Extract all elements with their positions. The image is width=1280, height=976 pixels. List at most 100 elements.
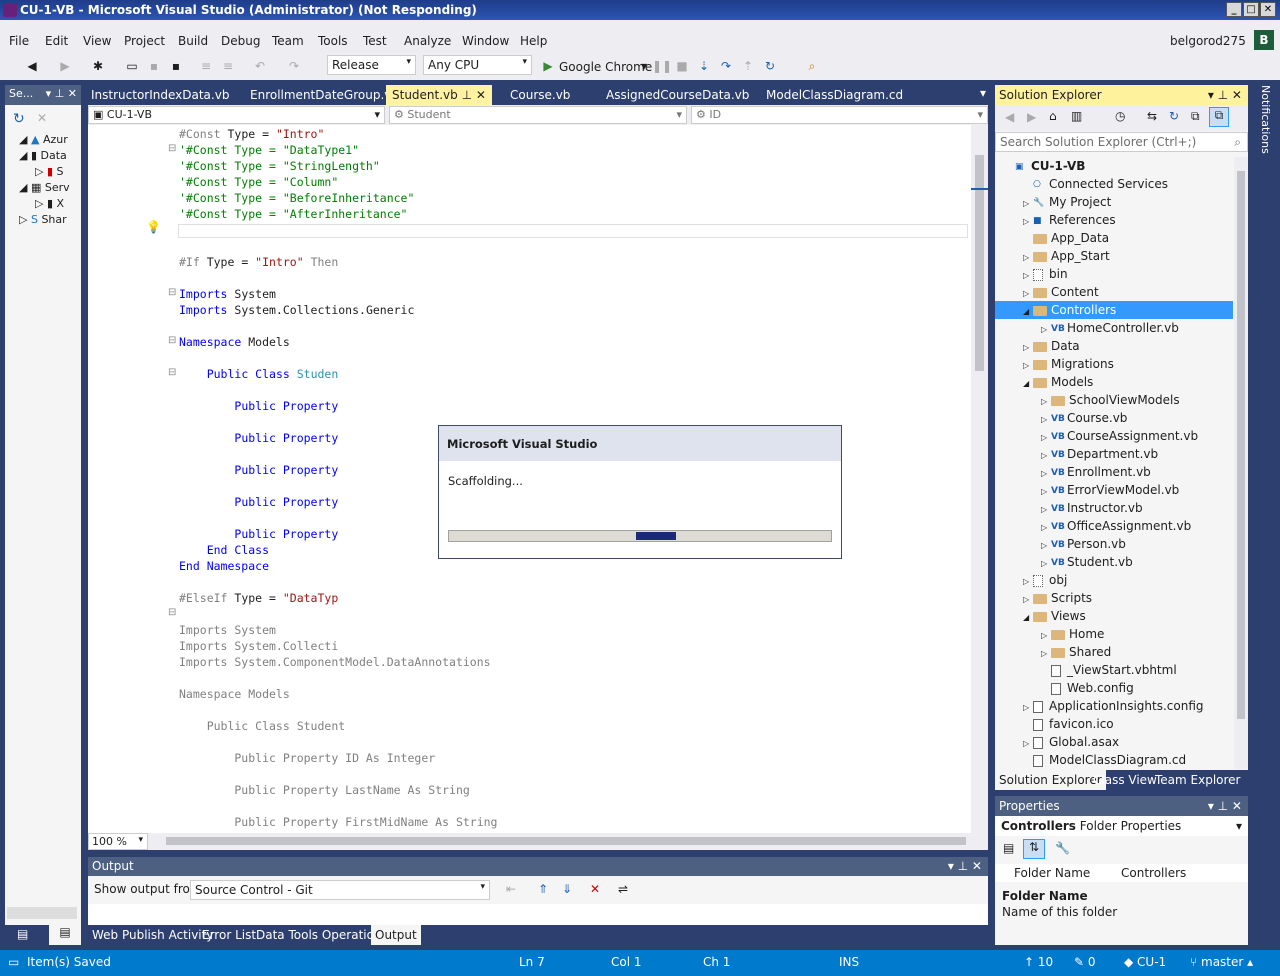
code-line[interactable]: Namespace Models: [179, 335, 290, 349]
properties-object-select[interactable]: Controllers Folder Properties ▾: [995, 816, 1248, 836]
alphabetical-icon[interactable]: ⇅: [1023, 839, 1045, 859]
tree-item-servers-x[interactable]: ▷ ▮ X: [35, 197, 64, 210]
tree-item-data-s[interactable]: ▷ ▮ S: [35, 165, 64, 178]
back-icon[interactable]: ◀: [24, 58, 40, 74]
solution-platform-select[interactable]: Any CPU ▾: [423, 55, 532, 75]
fold-marker[interactable]: ⊟: [168, 287, 176, 298]
find-icon[interactable]: ⌕: [804, 58, 820, 74]
solution-node[interactable]: ModelClassDiagram.cd: [995, 751, 1233, 769]
solution-node[interactable]: ▷ Content: [995, 283, 1233, 301]
redo-icon[interactable]: ↷: [286, 58, 302, 74]
code-line[interactable]: '#Const Type = "DataType1": [179, 143, 359, 157]
code-line[interactable]: #ElseIf Type = "DataTyp: [179, 591, 338, 605]
refresh-icon[interactable]: ↻: [762, 58, 778, 74]
solution-node[interactable]: ▷ Scripts: [995, 589, 1233, 607]
code-line[interactable]: Public Class Studen: [179, 367, 339, 381]
toolbox-tab-icon[interactable]: ▤: [49, 925, 81, 945]
editor-tab-1[interactable]: InstructorIndexData.vb: [85, 85, 235, 105]
solution-node[interactable]: ◢ Views: [995, 607, 1233, 625]
editor-tab-4[interactable]: Course.vb: [504, 85, 576, 105]
class-nav-select[interactable]: ⚙ Student ▾: [389, 106, 687, 124]
maximize-button[interactable]: □: [1243, 2, 1259, 17]
solution-node[interactable]: ▷ Home: [995, 625, 1233, 643]
solution-node[interactable]: ▷ VB Department.vb: [995, 445, 1233, 463]
property-row[interactable]: Folder Name Controllers: [995, 864, 1248, 882]
prev-message-icon[interactable]: ⇑: [538, 882, 548, 896]
sync-icon[interactable]: ⇆: [1147, 109, 1157, 123]
code-line[interactable]: Public Property LastName As String: [179, 783, 469, 797]
code-line[interactable]: Imports System.ComponentModel.DataAnnota…: [179, 655, 491, 669]
code-line[interactable]: Public Class Student: [179, 719, 345, 733]
editor-tab-5[interactable]: AssignedCourseData.vb: [600, 85, 755, 105]
fold-marker[interactable]: ⊟: [168, 607, 176, 618]
notifications-tab[interactable]: Notifications: [1252, 85, 1272, 185]
solution-vertical-scrollbar[interactable]: [1234, 157, 1248, 769]
solution-node[interactable]: Web.config: [995, 679, 1233, 697]
code-line[interactable]: #Const Type = "Intro": [179, 127, 324, 141]
home-icon[interactable]: ⌂: [1049, 109, 1057, 123]
close-button[interactable]: ✕: [1260, 2, 1276, 17]
solution-node[interactable]: ▷ VB Enrollment.vb: [995, 463, 1233, 481]
solution-node[interactable]: ◢ Controllers: [995, 301, 1233, 319]
open-file-icon[interactable]: ▭: [124, 58, 140, 74]
stop-refresh-icon[interactable]: ✕: [37, 111, 47, 125]
pending-changes-icon[interactable]: ◷: [1115, 109, 1125, 123]
code-line[interactable]: Public Property: [179, 399, 338, 413]
start-debug-icon[interactable]: ▶: [540, 58, 556, 74]
solution-node[interactable]: ◢ Models: [995, 373, 1233, 391]
menu-test[interactable]: Test: [363, 34, 387, 48]
code-line[interactable]: Public Property: [179, 527, 338, 541]
solution-node[interactable]: ▷ 🔧 My Project: [995, 193, 1233, 211]
solution-node[interactable]: ▷ ■ References: [995, 211, 1233, 229]
solution-configuration-select[interactable]: Release ▾: [327, 55, 416, 75]
new-project-icon[interactable]: ✱: [90, 58, 106, 74]
unpushed-commits[interactable]: ↑ 10: [1024, 955, 1053, 969]
solution-node[interactable]: favicon.ico: [995, 715, 1233, 733]
solution-node[interactable]: ▷ obj: [995, 571, 1233, 589]
menu-view[interactable]: View: [83, 34, 111, 48]
switch-views-icon[interactable]: ▥: [1071, 109, 1082, 123]
property-pages-icon[interactable]: 🔧: [1055, 841, 1070, 855]
code-line[interactable]: Public Property: [179, 463, 338, 477]
tree-item-sharepoint[interactable]: ▷ S Shar: [19, 213, 67, 226]
solution-node[interactable]: ▷ VB CourseAssignment.vb: [995, 427, 1233, 445]
run-target-dropdown-icon[interactable]: ▾: [636, 58, 652, 74]
output-source-select[interactable]: Source Control - Git ▾: [190, 880, 490, 900]
fold-marker[interactable]: ⊟: [168, 143, 176, 154]
output-tab-2[interactable]: Error List: [198, 925, 260, 945]
step-into-icon[interactable]: ⇣: [696, 58, 712, 74]
show-all-files-icon[interactable]: ⧉: [1209, 107, 1229, 127]
code-line[interactable]: Namespace Models: [179, 687, 290, 701]
tree-item-azure[interactable]: ◢ ▲ Azur: [19, 133, 68, 146]
pin-tab-icon[interactable]: ⊥ ✕: [458, 88, 486, 102]
lightbulb-icon[interactable]: 💡: [146, 220, 161, 234]
solution-search-input[interactable]: Search Solution Explorer (Ctrl+;) ⌕: [995, 132, 1248, 152]
solution-node[interactable]: ▷ Shared: [995, 643, 1233, 661]
solution-node[interactable]: ▷ VB Instructor.vb: [995, 499, 1233, 517]
uncomment-icon[interactable]: ≡: [220, 58, 236, 74]
output-tab-4[interactable]: Output: [371, 925, 421, 945]
tab-overflow-icon[interactable]: ▾: [980, 86, 986, 100]
save-icon[interactable]: ▪: [146, 58, 162, 74]
menu-team[interactable]: Team: [272, 34, 304, 48]
code-line[interactable]: Imports System.Collections.Generic: [179, 303, 414, 317]
step-over-icon[interactable]: ↷: [718, 58, 734, 74]
output-text-area[interactable]: [88, 904, 988, 925]
editor-tab-6[interactable]: ModelClassDiagram.cd: [760, 85, 909, 105]
step-out-icon[interactable]: ⇡: [740, 58, 756, 74]
back-icon[interactable]: ◀: [1005, 110, 1014, 124]
menu-analyze[interactable]: Analyze: [404, 34, 451, 48]
menu-file[interactable]: File: [9, 34, 29, 48]
branch[interactable]: ⑂ master ▴: [1190, 955, 1253, 969]
code-line[interactable]: Public Property: [179, 495, 338, 509]
solution-node[interactable]: ▷ VB Course.vb: [995, 409, 1233, 427]
solution-node[interactable]: ▷ VB Student.vb: [995, 553, 1233, 571]
solution-node[interactable]: ▷ SchoolViewModels: [995, 391, 1233, 409]
find-message-icon[interactable]: ⇤: [506, 882, 516, 896]
categorized-icon[interactable]: ▤: [1003, 841, 1014, 855]
solution-node[interactable]: ⎔ Connected Services: [995, 175, 1233, 193]
collapse-all-icon[interactable]: ⧉: [1191, 109, 1200, 124]
stop-icon[interactable]: ■: [674, 58, 690, 74]
pause-icon[interactable]: ❚❚: [652, 58, 672, 74]
editor-vertical-scrollbar[interactable]: [971, 125, 988, 833]
